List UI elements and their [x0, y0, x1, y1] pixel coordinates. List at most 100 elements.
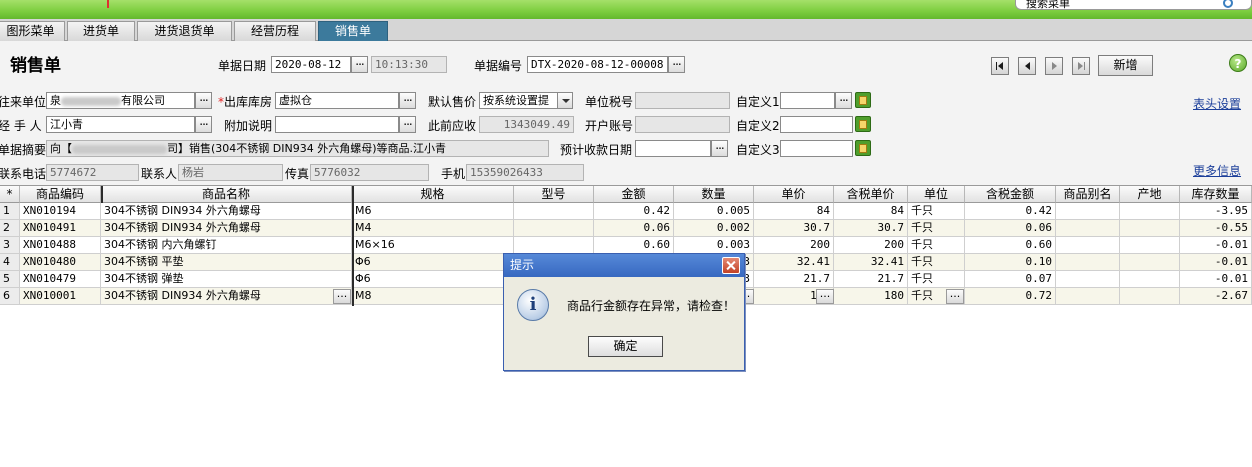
- custom2-edit-icon[interactable]: [855, 116, 871, 132]
- custom1-picker-button[interactable]: ...: [835, 91, 852, 109]
- table-cell[interactable]: -3.95: [1180, 203, 1252, 220]
- table-cell[interactable]: 200: [754, 237, 834, 254]
- table-cell[interactable]: 304不锈钢 DIN934 外六角螺母: [101, 203, 352, 220]
- header-settings-link[interactable]: 表头设置: [1193, 95, 1241, 112]
- warehouse-picker-button[interactable]: ...: [399, 91, 416, 109]
- table-cell[interactable]: [1056, 271, 1120, 288]
- bill-no-picker-button[interactable]: ...: [668, 55, 685, 73]
- column-header[interactable]: 金额: [594, 186, 674, 203]
- table-cell[interactable]: 84: [834, 203, 908, 220]
- partner-picker-button[interactable]: ...: [195, 91, 212, 109]
- first-record-button[interactable]: [991, 57, 1009, 75]
- column-header[interactable]: 产地: [1120, 186, 1180, 203]
- table-cell[interactable]: [1056, 220, 1120, 237]
- table-cell[interactable]: 32.41: [834, 254, 908, 271]
- due-date-picker-button[interactable]: ...: [711, 139, 728, 157]
- custom1-edit-icon[interactable]: [855, 92, 871, 108]
- table-cell[interactable]: Φ6: [352, 271, 514, 288]
- help-icon[interactable]: ?: [1229, 54, 1247, 72]
- table-cell[interactable]: 21.7: [754, 271, 834, 288]
- table-cell[interactable]: [1120, 288, 1180, 305]
- table-cell[interactable]: 0.42: [965, 203, 1056, 220]
- table-cell[interactable]: 0.003: [674, 237, 754, 254]
- table-cell[interactable]: M8: [352, 288, 514, 305]
- handler-picker-button[interactable]: ...: [195, 115, 212, 133]
- table-cell[interactable]: 千只: [908, 237, 965, 254]
- custom1-field[interactable]: [780, 92, 835, 109]
- table-cell[interactable]: 30.7: [754, 220, 834, 237]
- prev-record-button[interactable]: [1018, 57, 1036, 75]
- table-cell[interactable]: -0.01: [1180, 271, 1252, 288]
- handler-field[interactable]: 江小青: [46, 116, 195, 133]
- column-header[interactable]: 商品名称: [101, 186, 352, 203]
- table-cell[interactable]: 200: [834, 237, 908, 254]
- table-cell[interactable]: 32.41: [754, 254, 834, 271]
- table-cell[interactable]: [514, 220, 594, 237]
- table-cell[interactable]: 180: [834, 288, 908, 305]
- tab-purchase-return[interactable]: 进货退货单: [137, 21, 232, 41]
- table-cell[interactable]: XN010488: [20, 237, 101, 254]
- table-cell[interactable]: 304不锈钢 DIN934 外六角螺母: [101, 288, 352, 305]
- table-cell[interactable]: [1056, 288, 1120, 305]
- table-cell[interactable]: 304不锈钢 DIN934 外六角螺母: [101, 220, 352, 237]
- due-date-field[interactable]: [635, 140, 711, 157]
- name-picker-button[interactable]: ...: [333, 288, 351, 304]
- menu-search-box[interactable]: 搜索菜单: [1015, 0, 1252, 10]
- table-cell[interactable]: [1120, 220, 1180, 237]
- partner-field[interactable]: 泉 有限公司: [46, 92, 195, 109]
- table-cell[interactable]: -0.55: [1180, 220, 1252, 237]
- table-cell[interactable]: -0.01: [1180, 237, 1252, 254]
- close-icon[interactable]: [722, 257, 740, 274]
- note-picker-button[interactable]: ...: [399, 115, 416, 133]
- ok-button[interactable]: 确定: [588, 336, 663, 357]
- bill-no-field[interactable]: DTX-2020-08-12-00008: [527, 56, 668, 73]
- table-cell[interactable]: 0.42: [594, 203, 674, 220]
- warehouse-field[interactable]: 虚拟仓: [275, 92, 399, 109]
- table-cell[interactable]: 千只: [908, 254, 965, 271]
- column-header[interactable]: 库存数量: [1180, 186, 1252, 203]
- table-cell[interactable]: 304不锈钢 内六角螺钉: [101, 237, 352, 254]
- table-cell[interactable]: XN010479: [20, 271, 101, 288]
- table-cell[interactable]: Φ6: [352, 254, 514, 271]
- tab-business-history[interactable]: 经营历程: [234, 21, 316, 41]
- unit-picker-button[interactable]: ...: [946, 288, 964, 304]
- table-cell[interactable]: 0.60: [594, 237, 674, 254]
- table-cell[interactable]: [1056, 237, 1120, 254]
- new-button[interactable]: 新增: [1098, 55, 1153, 76]
- more-info-link[interactable]: 更多信息: [1193, 162, 1241, 179]
- table-cell[interactable]: 千只: [908, 203, 965, 220]
- table-cell[interactable]: [1120, 271, 1180, 288]
- table-cell[interactable]: 千只: [908, 220, 965, 237]
- tab-graphic-menu[interactable]: 图形菜单: [0, 21, 65, 41]
- table-cell[interactable]: 0.002: [674, 220, 754, 237]
- bill-date-picker-button[interactable]: ...: [351, 55, 368, 73]
- custom2-field[interactable]: [780, 116, 853, 133]
- table-cell[interactable]: M6: [352, 203, 514, 220]
- table-cell[interactable]: M4: [352, 220, 514, 237]
- table-cell[interactable]: [1120, 203, 1180, 220]
- table-cell[interactable]: 304不锈钢 弹垫: [101, 271, 352, 288]
- table-cell[interactable]: [514, 237, 594, 254]
- table-cell[interactable]: 0.06: [594, 220, 674, 237]
- table-cell[interactable]: XN010001: [20, 288, 101, 305]
- table-cell[interactable]: 0.06: [965, 220, 1056, 237]
- default-price-select[interactable]: 按系统设置提: [479, 92, 559, 109]
- table-cell[interactable]: 0.72: [965, 288, 1056, 305]
- column-header[interactable]: 单位: [908, 186, 965, 203]
- next-record-button[interactable]: [1045, 57, 1063, 75]
- table-cell[interactable]: [514, 203, 594, 220]
- column-header[interactable]: 含税金额: [965, 186, 1056, 203]
- table-cell[interactable]: 0.07: [965, 271, 1056, 288]
- table-cell[interactable]: 0.10: [965, 254, 1056, 271]
- table-cell[interactable]: [1056, 254, 1120, 271]
- table-cell[interactable]: 304不锈钢 平垫: [101, 254, 352, 271]
- note-field[interactable]: [275, 116, 399, 133]
- table-cell[interactable]: 千只: [908, 271, 965, 288]
- column-header[interactable]: 规格: [352, 186, 514, 203]
- table-cell[interactable]: -0.01: [1180, 254, 1252, 271]
- column-header[interactable]: 含税单价: [834, 186, 908, 203]
- chevron-down-icon[interactable]: [557, 92, 573, 109]
- table-cell[interactable]: [1056, 203, 1120, 220]
- column-header[interactable]: 型号: [514, 186, 594, 203]
- table-cell[interactable]: 30.7: [834, 220, 908, 237]
